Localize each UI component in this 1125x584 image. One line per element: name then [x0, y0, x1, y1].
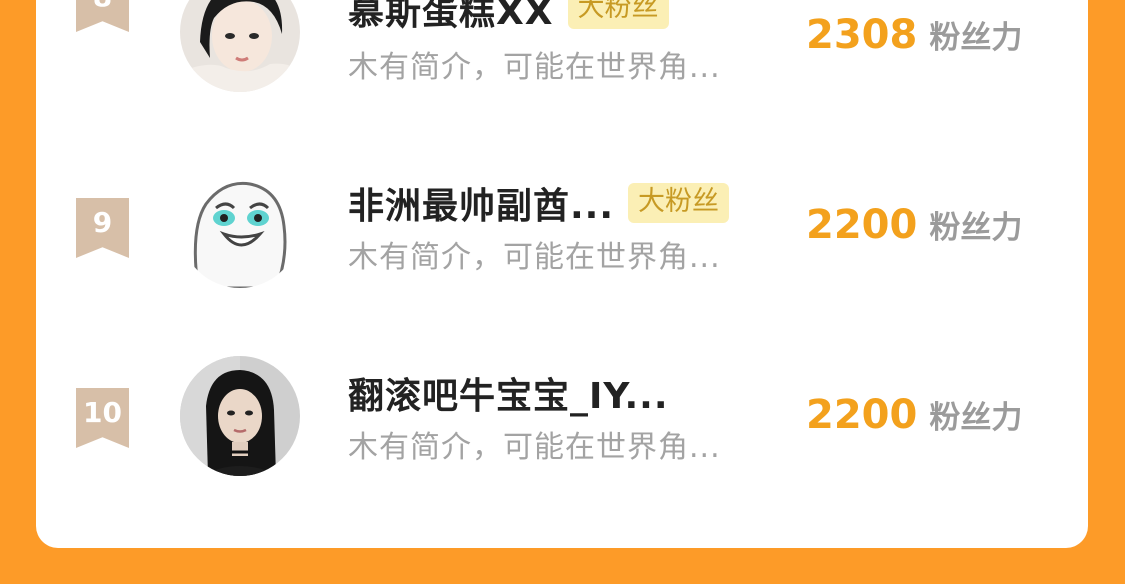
- avatar-photo-long-hair-icon: [180, 356, 300, 476]
- user-bio: 木有简介，可能在世界角...: [348, 240, 721, 275]
- avatar[interactable]: [180, 356, 300, 476]
- name-line: 翻滚吧牛宝宝_IY...: [348, 368, 669, 418]
- score-unit: 粉丝力: [929, 210, 1023, 246]
- rank-badge: 10: [76, 388, 129, 448]
- score: 2200 粉丝力: [806, 392, 1022, 438]
- rank-badge: 9: [76, 198, 129, 258]
- score: 2308 粉丝力: [806, 12, 1022, 58]
- list-item[interactable]: 10 翻滚吧牛宝宝_IY... 木有简介，可能在世界角... 2200 粉丝力: [0, 354, 1125, 484]
- score-unit: 粉丝力: [929, 400, 1023, 436]
- name-line: 非洲最帅副酋... 大粉丝: [348, 177, 730, 229]
- name-line: 慕斯蛋糕XX 大粉丝: [348, 0, 669, 34]
- avatar[interactable]: [180, 0, 300, 92]
- list-item[interactable]: 8 慕斯蛋糕XX 大粉丝 木有简介，可能在世界角... 2308 粉丝力: [0, 0, 1125, 102]
- avatar-photo-short-hair-icon: [180, 0, 300, 92]
- score-unit: 粉丝力: [929, 20, 1023, 56]
- list-item[interactable]: 9 非洲最帅副酋... 大粉丝 木有简介，可能在世界角... 2200 粉丝力: [0, 164, 1125, 294]
- avatar-crying-cartoon-icon: [180, 168, 300, 288]
- score-value: 2200: [806, 202, 918, 248]
- fan-level-badge: 大粉丝: [628, 183, 730, 223]
- user-bio: 木有简介，可能在世界角...: [348, 50, 721, 85]
- avatar[interactable]: [180, 168, 300, 288]
- user-bio: 木有简介，可能在世界角...: [348, 430, 721, 465]
- score-value: 2200: [806, 392, 918, 438]
- rank-badge: 8: [76, 0, 129, 32]
- score-value: 2308: [806, 12, 918, 58]
- user-name[interactable]: 非洲最帅副酋...: [348, 177, 614, 229]
- user-name[interactable]: 慕斯蛋糕XX: [348, 0, 554, 35]
- user-name[interactable]: 翻滚吧牛宝宝_IY...: [348, 367, 669, 419]
- fan-level-badge: 大粉丝: [567, 0, 669, 29]
- score: 2200 粉丝力: [806, 202, 1022, 248]
